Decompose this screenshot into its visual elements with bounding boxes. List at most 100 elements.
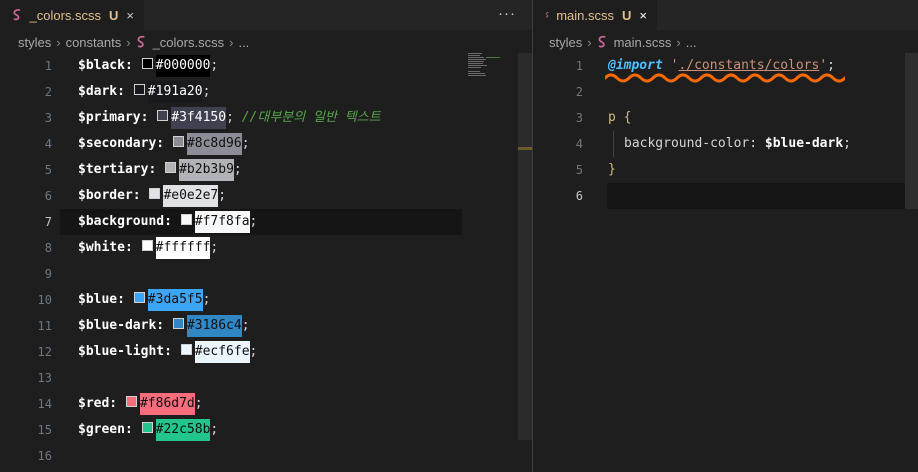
semicolon: ;: [202, 292, 211, 307]
import-keyword: @import: [608, 58, 663, 73]
breadcrumb-item[interactable]: constants: [66, 35, 122, 50]
code-text: $blue-dark: #3186c4;: [78, 315, 250, 337]
semicolon: ;: [249, 344, 258, 359]
vertical-scrollbar[interactable]: [905, 53, 918, 209]
semicolon: ;: [233, 162, 242, 177]
chevron-right-icon: ›: [587, 34, 592, 50]
hex-value: #ecf6fe: [194, 341, 250, 363]
import-path[interactable]: ./constants/colors: [678, 58, 819, 73]
hex-value: #191a20: [147, 81, 203, 103]
code-area[interactable]: 1 @import './constants/colors'; 2 3 p { …: [533, 53, 918, 472]
close-icon[interactable]: ×: [639, 8, 647, 23]
line-number: 16: [37, 449, 52, 463]
line-number: 15: [37, 423, 52, 437]
line-number: 3: [44, 111, 52, 125]
color-swatch[interactable]: [141, 422, 153, 433]
semicolon: ;: [226, 110, 234, 125]
hex-value: #b2b3b9: [179, 159, 234, 181]
color-swatch[interactable]: [125, 396, 137, 407]
minimap[interactable]: [468, 53, 518, 78]
vertical-scrollbar[interactable]: [518, 53, 532, 440]
variable-name: $white:: [78, 240, 133, 255]
breadcrumb-item[interactable]: styles: [549, 35, 582, 50]
close-brace: }: [608, 162, 616, 177]
color-swatch[interactable]: [157, 110, 169, 121]
code-line: 16: [0, 443, 532, 469]
variable-name: $secondary:: [78, 136, 165, 151]
color-swatch[interactable]: [180, 344, 192, 355]
variable-name: $red:: [78, 396, 118, 411]
code-text: $background: #f7f8fa;: [78, 211, 257, 233]
code-line: 3 p {: [533, 105, 918, 131]
code-text: $primary: #3f4150; //대부분의 일반 텍스트: [78, 107, 381, 129]
line-number: 8: [44, 241, 52, 255]
code-line: 5 $tertiary: #b2b3b9;: [0, 157, 532, 183]
line-number: 1: [575, 59, 583, 73]
semicolon: ;: [827, 58, 835, 73]
color-swatch[interactable]: [133, 84, 145, 95]
sass-icon: [13, 9, 21, 21]
css-selector: p: [608, 110, 616, 125]
line-number: 1: [44, 59, 52, 73]
variable-name: $primary:: [78, 110, 149, 125]
line-number: 5: [575, 163, 583, 177]
left-tab-bar: _colors.scss U × ···: [0, 0, 532, 30]
color-swatch[interactable]: [172, 318, 184, 329]
tab-untracked-badge: U: [622, 7, 632, 23]
breadcrumb-item[interactable]: main.scss: [614, 35, 672, 50]
chevron-right-icon: ›: [229, 34, 234, 50]
code-text: $blue-light: #ecf6fe;: [78, 341, 258, 363]
line-number: 3: [575, 111, 583, 125]
hex-value: #3da5f5: [147, 289, 203, 311]
line-number: 4: [575, 137, 583, 151]
right-tab-bar: main.scss U ×: [533, 0, 918, 30]
breadcrumb-item[interactable]: _colors.scss: [153, 35, 225, 50]
color-swatch[interactable]: [133, 292, 145, 303]
tab-filename: main.scss: [556, 7, 615, 23]
indent-guide: [613, 131, 614, 157]
code-line: 4 $secondary: #8c8d96;: [0, 131, 532, 157]
variable-name: $background:: [78, 214, 172, 229]
code-line: 13: [0, 365, 532, 391]
line-number: 4: [44, 137, 52, 151]
css-property: background-color:: [624, 136, 758, 151]
breadcrumb-item[interactable]: styles: [18, 35, 51, 50]
semicolon: ;: [194, 396, 203, 411]
code-text: }: [608, 160, 616, 180]
code-line: 6 $border: #e0e2e7;: [0, 183, 532, 209]
color-swatch[interactable]: [172, 136, 184, 147]
code-line: 11 $blue-dark: #3186c4;: [0, 313, 532, 339]
color-swatch[interactable]: [165, 162, 177, 173]
breadcrumb-item[interactable]: ...: [238, 35, 249, 50]
variable-name: $border:: [78, 188, 141, 203]
left-editor-pane: _colors.scss U × ··· styles › constants › …: [0, 0, 532, 472]
close-icon[interactable]: ×: [126, 8, 134, 23]
tab-main-scss[interactable]: main.scss U ×: [533, 0, 657, 30]
string-quote: ': [819, 58, 828, 73]
tab-colors-scss[interactable]: _colors.scss U ×: [0, 0, 144, 30]
code-text: p {: [608, 108, 631, 128]
hex-value: #f86d7d: [139, 393, 195, 415]
variable-name: $tertiary:: [78, 162, 157, 177]
code-text: $green: #22c58b;: [78, 419, 218, 441]
code-area[interactable]: 1 $black: #000000; 2 $dark: #191a20; 3 $prima…: [0, 53, 532, 472]
code-line: 2 $dark: #191a20;: [0, 79, 532, 105]
breadcrumb-item[interactable]: ...: [686, 35, 697, 50]
variable-name: $blue-light:: [78, 344, 172, 359]
hex-value: #3186c4: [186, 315, 242, 337]
color-swatch[interactable]: [141, 58, 153, 69]
color-swatch[interactable]: [149, 188, 161, 199]
color-swatch[interactable]: [141, 240, 153, 251]
line-number: 9: [44, 267, 52, 281]
color-swatch[interactable]: [180, 214, 192, 225]
code-line: 14 $red: #f86d7d;: [0, 391, 532, 417]
semicolon: ;: [843, 136, 851, 151]
variable-reference: $blue-dark: [764, 136, 844, 151]
code-text: $blue: #3da5f5;: [78, 289, 211, 311]
chevron-right-icon: ›: [126, 34, 131, 50]
chevron-right-icon: ›: [676, 34, 681, 50]
code-text: $border: #e0e2e7;: [78, 185, 226, 207]
semicolon: ;: [202, 84, 211, 99]
more-actions-icon[interactable]: ···: [498, 5, 516, 22]
code-text: $tertiary: #b2b3b9;: [78, 159, 242, 181]
